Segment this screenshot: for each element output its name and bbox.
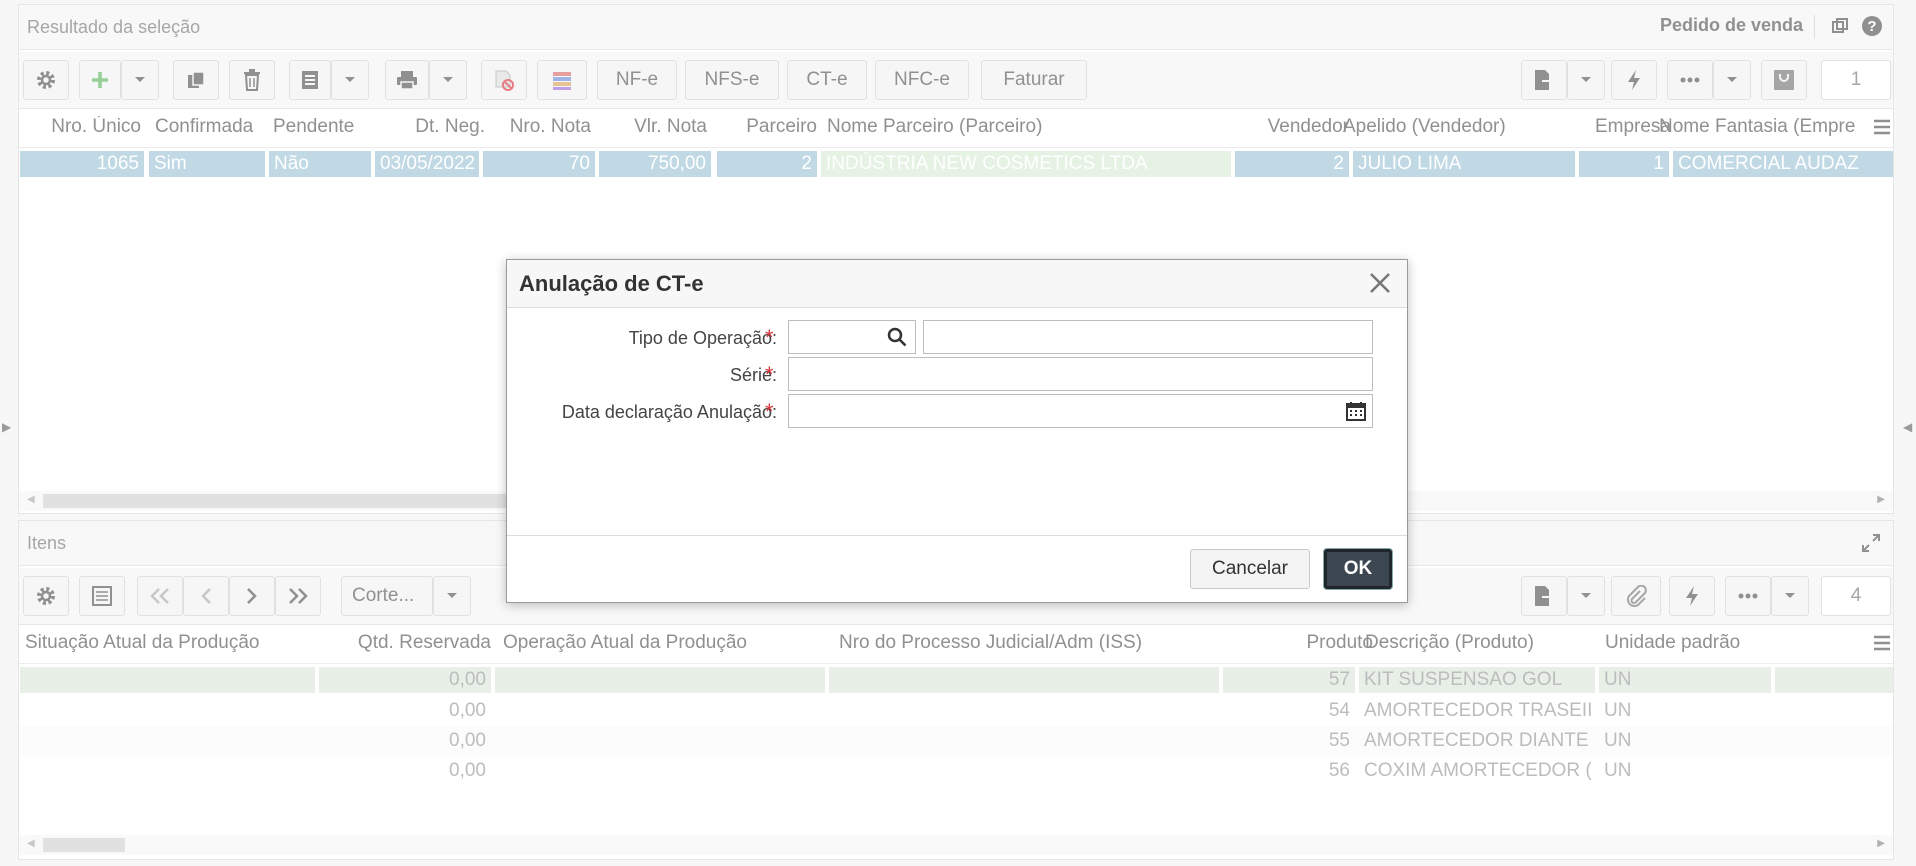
data-anulacao-input[interactable] (788, 394, 1373, 428)
dialog-title: Anulação de CT-e (519, 271, 704, 296)
close-icon[interactable] (1367, 270, 1393, 296)
dialog-header: Anulação de CT-e (507, 260, 1407, 308)
cancel-button[interactable]: Cancelar (1190, 549, 1310, 589)
required-mark: * (765, 325, 774, 350)
tipo-operacao-code-input[interactable] (788, 320, 916, 354)
tipo-operacao-description-input[interactable] (923, 320, 1373, 354)
tipo-operacao-code-value (789, 325, 885, 349)
dialog-footer: Cancelar OK (507, 535, 1407, 602)
required-mark: * (765, 399, 774, 424)
cte-cancellation-dialog: Anulação de CT-e Tipo de Operação: * Sér… (506, 259, 1408, 603)
search-icon[interactable] (887, 327, 907, 352)
ok-button[interactable]: OK (1324, 549, 1392, 589)
data-anulacao-label: Data declaração Anulação: (561, 402, 777, 422)
serie-input[interactable] (788, 357, 1373, 391)
tipo-operacao-label: Tipo de Operação: (628, 328, 777, 348)
data-anulacao-value (795, 399, 1315, 423)
required-mark: * (765, 362, 774, 387)
calendar-icon[interactable] (1346, 401, 1366, 426)
